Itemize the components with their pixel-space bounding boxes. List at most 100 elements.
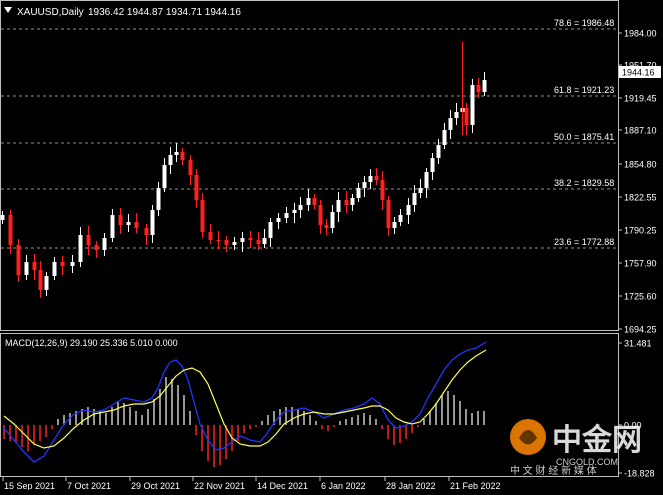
macd-axis: 31.4810.00-18.828 bbox=[618, 339, 655, 479]
price-tick-label: 1854.80 bbox=[624, 160, 657, 170]
main-chart-frame bbox=[0, 0, 619, 331]
candle-body bbox=[298, 205, 303, 210]
candle-body bbox=[0, 215, 5, 220]
macd-tick-label: -18.828 bbox=[624, 469, 655, 479]
chart-window[interactable]: 78.6 = 1986.48 61.8 = 1921.23 50.0 = 1875.… bbox=[0, 0, 663, 491]
price-tick-label: 1887.10 bbox=[624, 126, 657, 136]
time-tick-label: 15 Sep 2021 bbox=[4, 481, 55, 490]
watermark-tagline: 中 文 财 经 新 媒 体 bbox=[510, 464, 597, 477]
candle-body bbox=[268, 222, 273, 238]
price-tick-label: 1984.00 bbox=[624, 29, 657, 39]
time-tick-label: 21 Feb 2022 bbox=[450, 481, 501, 490]
candle-body bbox=[368, 176, 373, 182]
time-tick-label: 7 Oct 2021 bbox=[67, 481, 111, 490]
candle-body bbox=[150, 210, 155, 235]
fib-level-label: 23.6 = 1772.88 bbox=[554, 237, 614, 247]
candle-body bbox=[356, 188, 361, 198]
macd-panel-frame bbox=[0, 333, 619, 477]
symbol-label: XAUUSD,Daily bbox=[17, 7, 84, 18]
candle-body bbox=[174, 152, 179, 155]
candle-body bbox=[162, 165, 167, 188]
candle-body bbox=[398, 215, 403, 222]
macd-main-line bbox=[3, 341, 487, 463]
candle-body bbox=[256, 240, 261, 244]
candle-body bbox=[262, 238, 267, 244]
candle-body bbox=[350, 198, 355, 205]
candle-body bbox=[482, 80, 487, 92]
fib-level-label: 38.2 = 1829.58 bbox=[554, 178, 614, 188]
candle-body bbox=[306, 198, 311, 205]
candle-body bbox=[180, 152, 185, 160]
candle-body bbox=[344, 200, 349, 205]
fibonacci-levels: 78.6 = 1986.48 61.8 = 1921.23 50.0 = 1875.… bbox=[1, 18, 618, 249]
candle-body bbox=[144, 228, 149, 235]
candle-body bbox=[284, 213, 289, 218]
candle-body bbox=[134, 222, 139, 228]
candle-body bbox=[240, 238, 245, 242]
candle-body bbox=[392, 222, 397, 228]
candle-body bbox=[118, 215, 123, 225]
candle-body bbox=[110, 215, 115, 238]
candle-body bbox=[126, 222, 131, 225]
time-axis[interactable]: 15 Sep 2021 7 Oct 2021 29 Oct 2021 22 Nov 2… bbox=[2, 477, 501, 491]
time-tick-label: 6 Jan 2022 bbox=[321, 481, 366, 490]
candle-body bbox=[436, 145, 441, 158]
candle-body bbox=[318, 205, 323, 225]
price-tick-label: 1822.55 bbox=[624, 193, 657, 203]
price-tick-label: 1919.45 bbox=[624, 94, 657, 104]
fib-level-label: 78.6 = 1986.48 bbox=[554, 18, 614, 28]
chart-header: XAUUSD,Daily 1936.42 1944.87 1934.71 194… bbox=[4, 7, 241, 18]
time-tick-label: 14 Dec 2021 bbox=[257, 481, 308, 490]
candle-body bbox=[216, 240, 221, 241]
candle-body bbox=[470, 85, 475, 125]
price-tick-label: 1790.25 bbox=[624, 226, 657, 236]
candle-body bbox=[232, 242, 237, 245]
candle-body bbox=[380, 180, 385, 200]
time-tick-label: 28 Jan 2022 bbox=[386, 481, 436, 490]
candle-body bbox=[94, 245, 99, 250]
candle-body bbox=[412, 193, 417, 205]
candle-body bbox=[442, 130, 447, 145]
candle-body bbox=[86, 235, 91, 245]
candle-body bbox=[330, 212, 335, 228]
candle-body bbox=[418, 188, 423, 193]
watermark-name: 中金网 bbox=[552, 423, 642, 457]
macd-header: MACD(12,26,9) 29.190 25.336 5.010 0.000 bbox=[5, 338, 178, 348]
candle-body bbox=[24, 262, 29, 275]
candle-body bbox=[38, 270, 43, 290]
macd-indicator bbox=[3, 341, 487, 467]
price-tick-label: 1725.60 bbox=[624, 292, 657, 302]
price-tick-label: 1757.90 bbox=[624, 259, 657, 269]
candle-body bbox=[32, 262, 37, 270]
candle-body bbox=[476, 85, 481, 92]
candle-body bbox=[448, 118, 453, 130]
candle-body bbox=[430, 158, 435, 172]
candle-body bbox=[292, 210, 297, 213]
candle-body bbox=[336, 200, 341, 212]
price-tick-label: 1694.25 bbox=[624, 325, 657, 335]
macd-signal-line bbox=[3, 349, 487, 449]
macd-tick-label: 31.481 bbox=[624, 339, 652, 349]
candle-body bbox=[44, 276, 49, 290]
candle-body bbox=[224, 240, 229, 245]
current-price-tag: 1944.16 bbox=[619, 66, 661, 78]
candle-body bbox=[200, 200, 205, 232]
fib-level-label: 61.8 = 1921.23 bbox=[554, 85, 614, 95]
candle-body bbox=[60, 262, 65, 266]
candle-body bbox=[78, 235, 83, 262]
candle-body bbox=[324, 225, 329, 228]
cngold-watermark: 中金网 CNGOLD.COM 中 文 财 经 新 媒 体 bbox=[510, 419, 642, 477]
candle-body bbox=[312, 198, 317, 205]
candle-body bbox=[194, 175, 199, 200]
candle-body bbox=[52, 262, 57, 276]
candle-body bbox=[16, 245, 21, 275]
chart-canvas[interactable]: 78.6 = 1986.48 61.8 = 1921.23 50.0 = 1875.… bbox=[0, 0, 663, 491]
candle-body bbox=[208, 232, 213, 240]
current-price: 1944.16 bbox=[622, 68, 655, 78]
time-tick-label: 22 Nov 2021 bbox=[194, 481, 245, 490]
candle-body bbox=[454, 112, 459, 118]
ohlc-values: 1936.42 1944.87 1934.71 1944.16 bbox=[88, 7, 241, 18]
collapse-arrow-icon[interactable] bbox=[4, 7, 12, 13]
candle-body bbox=[156, 188, 161, 210]
fib-level-label: 50.0 = 1875.41 bbox=[554, 132, 614, 142]
